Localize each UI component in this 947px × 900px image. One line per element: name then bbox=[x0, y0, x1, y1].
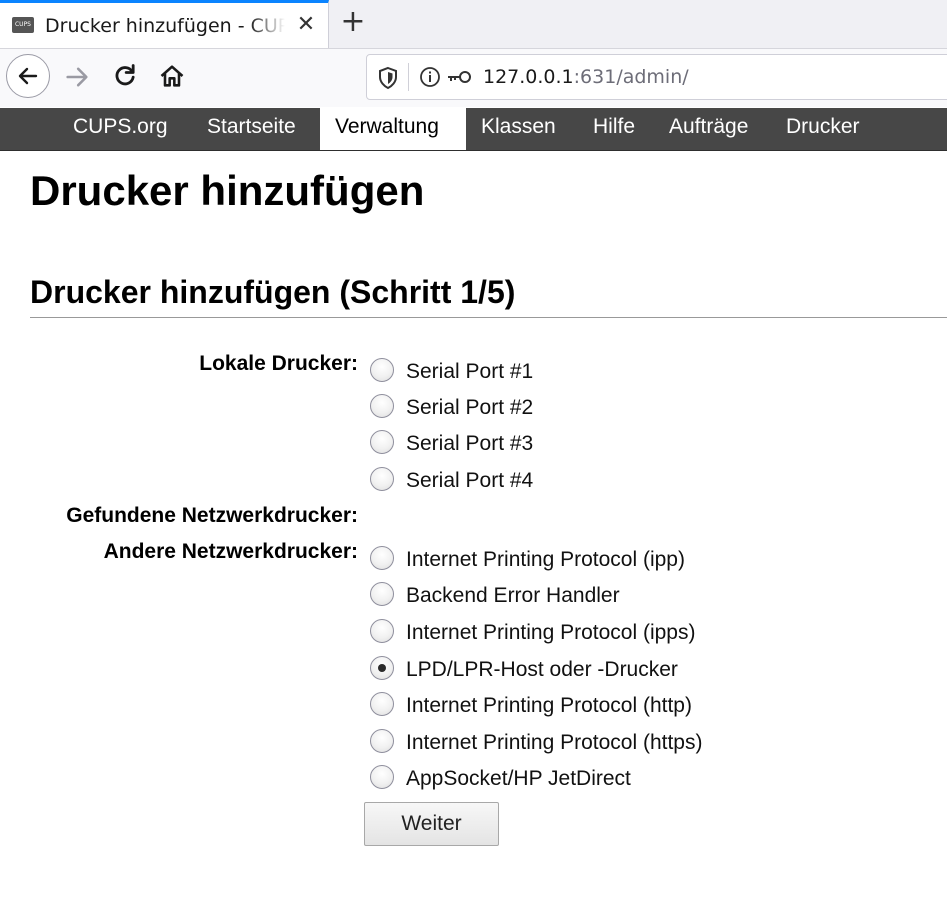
radio-label: AppSocket/HP JetDirect bbox=[406, 767, 631, 790]
radio-button[interactable] bbox=[370, 582, 394, 606]
tab-bar: CUPS Drucker hinzufügen - CUPS 2.3.3 ✕ + bbox=[0, 0, 947, 49]
radio-label: Serial Port #3 bbox=[406, 432, 534, 455]
radio-button[interactable] bbox=[370, 619, 394, 643]
address-bar[interactable]: 127.0.0.1:631/admin/ bbox=[366, 54, 947, 100]
nav-item-auftraege[interactable]: Aufträge bbox=[654, 108, 772, 150]
radio-label: Serial Port #1 bbox=[406, 360, 534, 383]
new-tab-button[interactable]: + bbox=[338, 6, 368, 40]
back-button[interactable] bbox=[6, 54, 50, 98]
nav-item-startseite[interactable]: Startseite bbox=[192, 108, 320, 150]
navigation-toolbar: 127.0.0.1:631/admin/ bbox=[0, 49, 947, 107]
radio-button-selected[interactable] bbox=[370, 656, 394, 680]
radio-button[interactable] bbox=[370, 467, 394, 491]
section-divider bbox=[30, 317, 947, 318]
radio-button[interactable] bbox=[370, 358, 394, 382]
radio-button[interactable] bbox=[370, 765, 394, 789]
url-separator bbox=[408, 63, 409, 91]
nav-item-klassen[interactable]: Klassen bbox=[466, 108, 578, 150]
nav-item-cups-org[interactable]: CUPS.org bbox=[58, 108, 192, 150]
radio-button[interactable] bbox=[370, 394, 394, 418]
radio-label: Backend Error Handler bbox=[406, 584, 620, 607]
browser-tab-active[interactable]: CUPS Drucker hinzufügen - CUPS 2.3.3 ✕ bbox=[0, 0, 329, 48]
key-icon[interactable] bbox=[446, 69, 472, 85]
radio-button[interactable] bbox=[370, 692, 394, 716]
radio-label: Internet Printing Protocol (ipps) bbox=[406, 621, 696, 644]
radio-button[interactable] bbox=[370, 546, 394, 570]
home-icon[interactable] bbox=[158, 62, 186, 90]
radio-label: Serial Port #4 bbox=[406, 469, 534, 492]
other-printers-label: Andere Netzwerkdrucker: bbox=[103, 540, 358, 563]
continue-button[interactable]: Weiter bbox=[364, 802, 499, 846]
radio-label: Internet Printing Protocol (http) bbox=[406, 694, 692, 717]
cups-navigation: CUPS.org Startseite Verwaltung Klassen H… bbox=[0, 108, 947, 151]
back-arrow-icon bbox=[18, 67, 38, 85]
local-printers-label: Lokale Drucker: bbox=[199, 352, 358, 375]
url-path: :631/admin/ bbox=[573, 66, 689, 88]
page-title: Drucker hinzufügen bbox=[30, 167, 425, 214]
nav-item-hilfe[interactable]: Hilfe bbox=[578, 108, 654, 150]
radio-button[interactable] bbox=[370, 430, 394, 454]
nav-item-verwaltung[interactable]: Verwaltung bbox=[320, 108, 466, 150]
tab-title: Drucker hinzufügen - CUPS 2.3.3 bbox=[45, 15, 285, 37]
shield-icon[interactable] bbox=[377, 66, 399, 90]
discovered-printers-label: Gefundene Netzwerkdrucker: bbox=[66, 504, 358, 527]
radio-label: Serial Port #2 bbox=[406, 396, 534, 419]
url-text[interactable]: 127.0.0.1:631/admin/ bbox=[483, 64, 689, 90]
section-title: Drucker hinzufügen (Schritt 1/5) bbox=[30, 274, 516, 310]
forward-arrow-icon[interactable] bbox=[63, 63, 91, 91]
cups-favicon-icon: CUPS bbox=[12, 17, 34, 33]
nav-item-drucker[interactable]: Drucker bbox=[772, 108, 882, 150]
tab-close-icon[interactable]: ✕ bbox=[292, 11, 320, 39]
radio-button[interactable] bbox=[370, 729, 394, 753]
info-icon[interactable] bbox=[419, 66, 441, 88]
radio-label: Internet Printing Protocol (https) bbox=[406, 731, 703, 754]
radio-label: LPD/LPR-Host oder -Drucker bbox=[406, 658, 678, 681]
reload-icon[interactable] bbox=[111, 62, 139, 90]
url-host: 127.0.0.1 bbox=[483, 66, 574, 88]
radio-label: Internet Printing Protocol (ipp) bbox=[406, 548, 685, 571]
